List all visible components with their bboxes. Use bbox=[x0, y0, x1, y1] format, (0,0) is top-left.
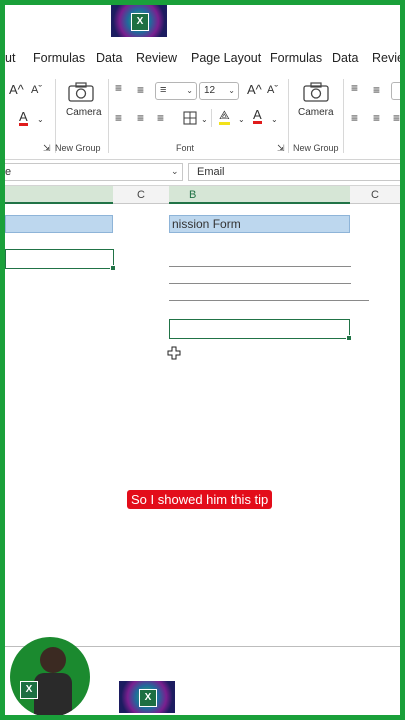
selected-cell[interactable] bbox=[169, 319, 352, 341]
formula-value: Email bbox=[197, 166, 225, 178]
group-label-new-group: New Group bbox=[55, 143, 101, 153]
font-size-combo[interactable]: 12 ⌄ bbox=[199, 82, 239, 100]
align-center-icon[interactable]: ≡ bbox=[373, 111, 380, 125]
chevron-down-icon: ⌄ bbox=[228, 86, 235, 95]
align-right-icon[interactable]: ≡ bbox=[393, 111, 400, 125]
align-left-icon[interactable]: ≡ bbox=[351, 111, 358, 125]
formula-bar: e ⌄ Email bbox=[5, 160, 400, 186]
ribbon-separator bbox=[108, 79, 109, 153]
font-name-combo[interactable] bbox=[391, 82, 400, 100]
excel-logo-icon: X bbox=[20, 681, 38, 699]
font-name-combo[interactable]: ≡ ⌄ bbox=[155, 82, 197, 100]
font-color-icon[interactable]: A bbox=[253, 108, 262, 124]
title-cell[interactable]: nission Form bbox=[169, 215, 350, 233]
form-underline bbox=[169, 266, 351, 267]
menu-layout-fragment[interactable]: ut bbox=[5, 51, 15, 65]
font-shrink-icon[interactable]: Aˇ bbox=[267, 83, 278, 97]
camera-icon[interactable] bbox=[67, 81, 95, 103]
menu-review-2[interactable]: Revie bbox=[372, 51, 400, 65]
fill-handle[interactable] bbox=[110, 265, 116, 271]
font-color-icon[interactable]: A bbox=[19, 110, 28, 126]
menu-bar: ut Formulas Data Review Page Layout Form… bbox=[5, 45, 400, 73]
align-left-icon[interactable]: ≡ bbox=[115, 111, 122, 125]
camera-label[interactable]: Camera bbox=[298, 107, 334, 118]
selected-cell-left[interactable] bbox=[5, 249, 116, 271]
chevron-down-icon: ⌄ bbox=[171, 166, 179, 176]
menu-data[interactable]: Data bbox=[96, 51, 122, 65]
ribbon-separator bbox=[55, 79, 56, 153]
menu-data-2[interactable]: Data bbox=[332, 51, 358, 65]
borders-icon[interactable] bbox=[183, 111, 197, 125]
ribbon-separator bbox=[288, 79, 289, 153]
align-icon: ≡ bbox=[160, 84, 167, 96]
dialog-launcher-icon[interactable]: ⇲ bbox=[277, 141, 285, 155]
align-center-icon[interactable]: ≡ bbox=[137, 111, 144, 125]
name-box[interactable]: e ⌄ bbox=[5, 163, 183, 181]
column-header-c-left[interactable]: C bbox=[113, 186, 169, 204]
video-caption: So I showed him this tip bbox=[127, 490, 273, 509]
align-top-icon[interactable]: ≡ bbox=[351, 81, 358, 95]
align-middle-icon[interactable]: ≡ bbox=[137, 83, 144, 97]
font-grow-icon[interactable]: A^ bbox=[9, 83, 24, 97]
form-underline bbox=[169, 283, 351, 284]
fill-color-icon[interactable]: ⟁ bbox=[219, 109, 230, 125]
camera-icon[interactable] bbox=[302, 81, 330, 103]
column-header-b-left[interactable] bbox=[5, 186, 113, 204]
menu-page-layout[interactable]: Page Layout bbox=[191, 51, 261, 65]
person-head-icon bbox=[40, 647, 66, 673]
camera-label[interactable]: Camera bbox=[66, 107, 102, 118]
menu-formulas[interactable]: Formulas bbox=[33, 51, 85, 65]
excel-logo-icon: X bbox=[139, 689, 157, 707]
chevron-down-icon[interactable]: ⌄ bbox=[271, 113, 278, 127]
name-box-value: e bbox=[5, 166, 12, 178]
align-right-icon[interactable]: ≡ bbox=[157, 111, 164, 125]
chevron-down-icon[interactable]: ⌄ bbox=[201, 113, 208, 127]
person-body-icon bbox=[34, 673, 72, 715]
font-shrink-icon[interactable]: Aˇ bbox=[31, 83, 42, 97]
title-cell-left[interactable] bbox=[5, 215, 113, 233]
excel-logo-icon: X bbox=[131, 13, 149, 31]
font-grow-icon[interactable]: A^ bbox=[247, 83, 262, 97]
move-cursor-icon bbox=[167, 346, 181, 360]
chevron-down-icon: ⌄ bbox=[186, 86, 193, 95]
dialog-launcher-icon[interactable]: ⇲ bbox=[43, 141, 51, 155]
formula-input[interactable]: Email bbox=[188, 163, 400, 181]
ribbon: A^ Aˇ A ⌄ Camera New Group ⇲ ≡ ≡ ≡ ⌄ 12 … bbox=[5, 73, 400, 160]
menu-formulas-2[interactable]: Formulas bbox=[270, 51, 322, 65]
form-underline bbox=[169, 300, 369, 301]
font-size-value: 12 bbox=[204, 85, 216, 96]
align-top-icon[interactable]: ≡ bbox=[115, 81, 122, 95]
fill-handle[interactable] bbox=[346, 335, 352, 341]
group-label-font: Font bbox=[176, 143, 195, 153]
column-header-b[interactable]: B bbox=[169, 186, 350, 204]
channel-avatar: X bbox=[10, 637, 90, 715]
align-middle-icon[interactable]: ≡ bbox=[373, 83, 380, 97]
chevron-down-icon[interactable]: ⌄ bbox=[37, 113, 44, 127]
ribbon-separator bbox=[211, 109, 212, 127]
ribbon-separator bbox=[343, 79, 344, 153]
chevron-down-icon[interactable]: ⌄ bbox=[238, 113, 245, 127]
menu-review[interactable]: Review bbox=[136, 51, 177, 65]
video-frame: X ut Formulas Data Review Page Layout Fo… bbox=[0, 0, 405, 720]
channel-logo-bottom: X bbox=[119, 681, 175, 713]
channel-logo-top: X bbox=[111, 5, 167, 37]
group-label-new-group: New Group bbox=[293, 143, 339, 153]
column-header-c[interactable]: C bbox=[350, 186, 400, 204]
